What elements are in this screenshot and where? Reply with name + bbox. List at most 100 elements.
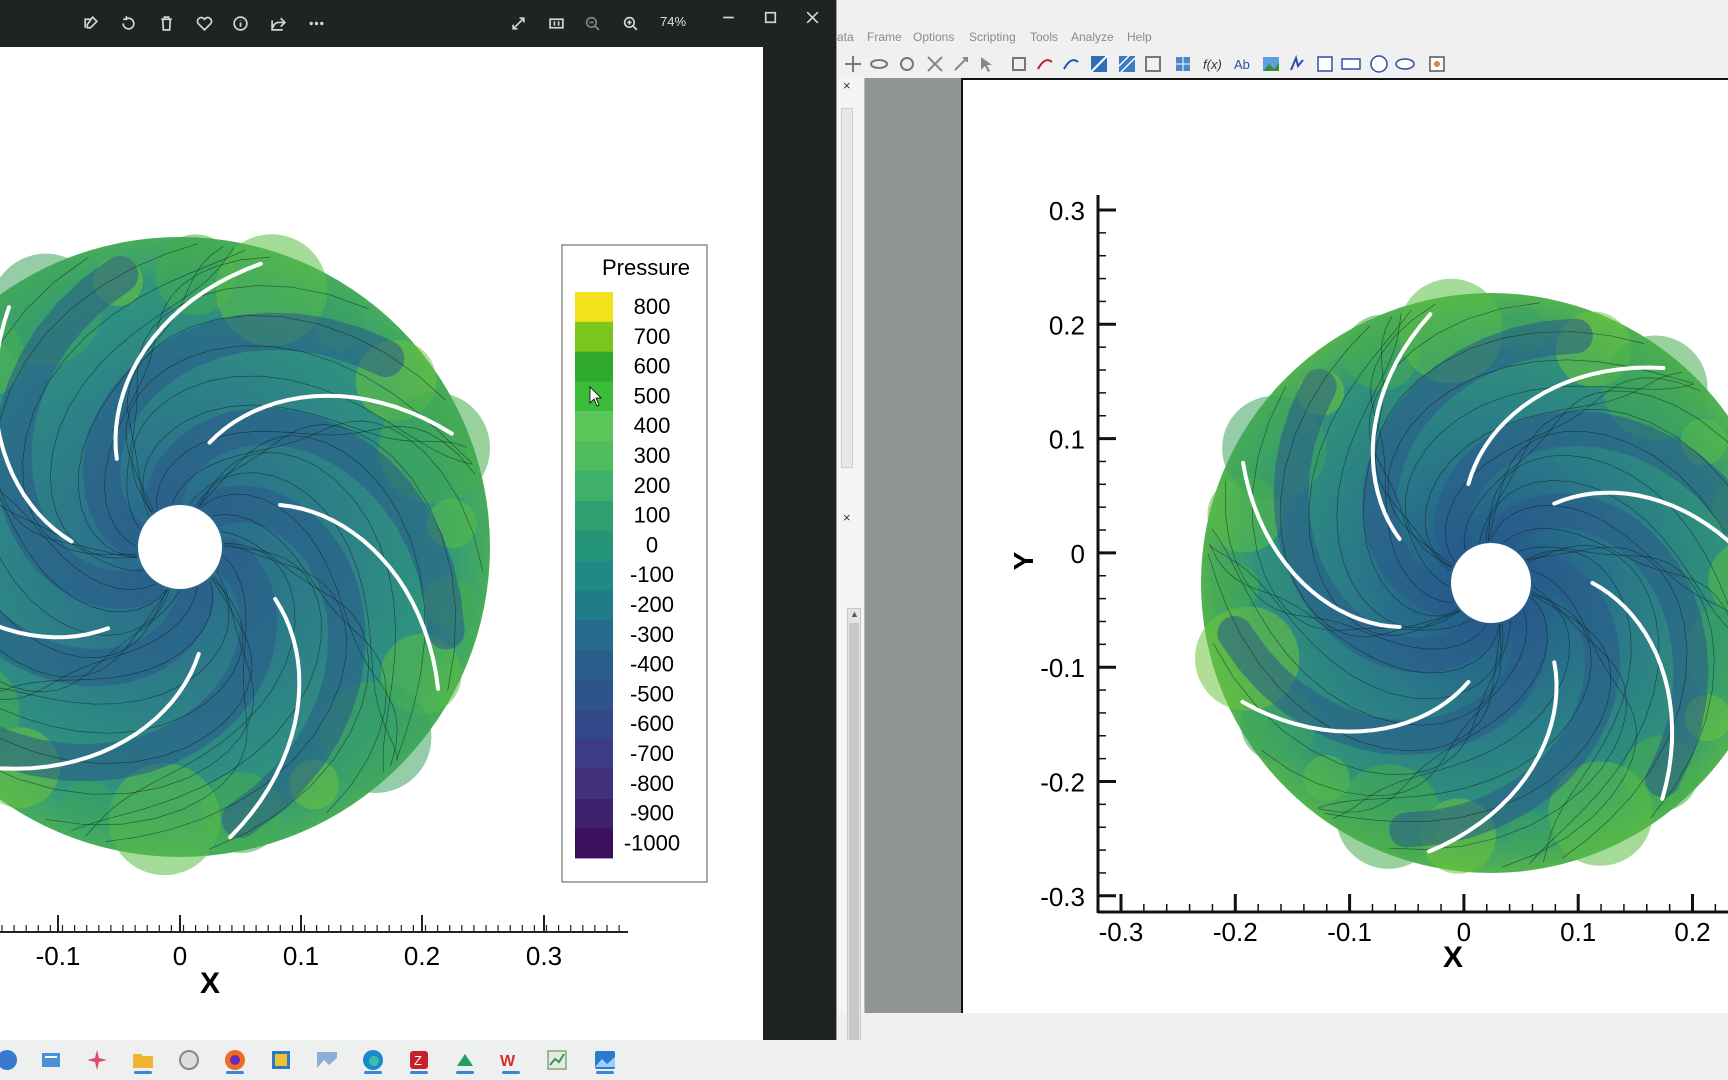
- streamtrace-2-icon[interactable]: [1059, 53, 1083, 75]
- legend-level-label: -900: [630, 801, 674, 826]
- menu-ata[interactable]: ata: [837, 30, 854, 44]
- menu-help[interactable]: Help: [1127, 30, 1152, 44]
- legend-swatch: [575, 292, 613, 322]
- panel-close-icon[interactable]: ×: [843, 78, 851, 93]
- info-icon[interactable]: [226, 10, 254, 36]
- geometry-icon[interactable]: [1425, 53, 1449, 75]
- browser-settings-icon[interactable]: [174, 1046, 204, 1074]
- wps-icon[interactable]: W: [496, 1046, 526, 1074]
- menu-options[interactable]: Options: [913, 30, 954, 44]
- zoom-tool-icon[interactable]: [923, 53, 947, 75]
- legend-level-label: 100: [634, 503, 671, 528]
- legend-swatch: [575, 768, 613, 799]
- file-viewer-icon[interactable]: [36, 1046, 66, 1074]
- spreadsheet-chart-icon[interactable]: [542, 1046, 572, 1074]
- translate-icon[interactable]: [841, 53, 865, 75]
- favorite-icon[interactable]: [190, 10, 218, 36]
- menu-tools[interactable]: Tools: [1030, 30, 1058, 44]
- y-tick-label: 0.1: [1049, 425, 1085, 455]
- scroll-up-icon[interactable]: ▲: [850, 609, 859, 619]
- close-icon[interactable]: [798, 4, 826, 30]
- legend-level-label: -400: [630, 652, 674, 677]
- menu-analyze[interactable]: Analyze: [1071, 30, 1114, 44]
- streamtrace-icon[interactable]: [1033, 53, 1057, 75]
- minimize-icon[interactable]: [714, 4, 742, 30]
- legend-swatch: [575, 619, 613, 650]
- panel-close-icon-2[interactable]: ×: [843, 510, 851, 525]
- x-tick-label: -0.1: [1327, 917, 1372, 947]
- select-icon[interactable]: [1007, 53, 1031, 75]
- firefox-icon[interactable]: [220, 1046, 250, 1074]
- zotero-icon[interactable]: Z: [404, 1046, 434, 1074]
- maximize-icon[interactable]: [756, 4, 784, 30]
- rotate-3d-icon[interactable]: [867, 53, 891, 75]
- y-tick-label: -0.2: [1040, 768, 1085, 798]
- circle-icon[interactable]: [1367, 53, 1391, 75]
- zoom-in-icon[interactable]: [616, 10, 644, 36]
- iso-icon[interactable]: [1141, 53, 1165, 75]
- x-tick-label: -0.1: [36, 941, 81, 971]
- svg-text:W: W: [500, 1053, 516, 1070]
- rotate-icon[interactable]: [114, 10, 142, 36]
- probe-icon[interactable]: [949, 53, 973, 75]
- svg-text:Ab: Ab: [1234, 57, 1250, 72]
- impeller-disk: [0, 234, 491, 876]
- x-tick-label: 0.3: [526, 941, 562, 971]
- menu-frame[interactable]: Frame: [867, 30, 902, 44]
- snippet-icon[interactable]: [450, 1046, 480, 1074]
- square-icon[interactable]: [1313, 53, 1337, 75]
- delete-icon[interactable]: [152, 10, 180, 36]
- sidebar-panel: × × ▲ ▼: [837, 78, 865, 1078]
- viewer-x-axis: X -0.1 0 0.1 0.2 0.3: [0, 915, 628, 1000]
- legend-level-label: 500: [634, 383, 671, 408]
- actual-size-icon[interactable]: [542, 10, 570, 36]
- contour-icon[interactable]: [1087, 53, 1111, 75]
- ellipse-icon[interactable]: [1393, 53, 1417, 75]
- tecplot-window: ata Frame Options Scripting Tools Analyze Help…: [836, 0, 1728, 1078]
- text-tool-icon[interactable]: Ab: [1231, 53, 1255, 75]
- slice-icon[interactable]: [1115, 53, 1139, 75]
- tecplot-toolbar: f(x) Ab: [837, 50, 1728, 78]
- legend-swatch: [575, 709, 613, 740]
- panel-scrollbar-2[interactable]: ▲ ▼: [847, 608, 861, 1078]
- data-icon[interactable]: [1171, 53, 1195, 75]
- menu-scripting[interactable]: Scripting: [969, 30, 1016, 44]
- files-folder-icon[interactable]: [128, 1046, 158, 1074]
- photo-viewer-window: 74% Pressure 800 700 600 500 400 300 200…: [0, 0, 836, 1040]
- polyline-icon[interactable]: [1285, 53, 1309, 75]
- panel-scrollbar[interactable]: [841, 108, 853, 468]
- pointer-icon[interactable]: [975, 53, 999, 75]
- pressure-contour-image: Pressure 800 700 600 500 400 300 200 100 0 -100 -2…: [0, 234, 708, 1000]
- scroll-thumb[interactable]: [849, 623, 859, 1053]
- legend-swatch: [575, 649, 613, 680]
- legend-swatch: [575, 470, 613, 501]
- legend-level-label: -100: [630, 562, 674, 587]
- more-icon[interactable]: [302, 10, 330, 36]
- zoom-out-icon[interactable]: [578, 10, 606, 36]
- image-tool-icon[interactable]: [1259, 53, 1283, 75]
- legend-level-label: -600: [630, 711, 674, 736]
- pinwheel-icon[interactable]: [82, 1046, 112, 1074]
- zoom-level[interactable]: 74%: [660, 14, 686, 29]
- tecplot-menu-bar: ata Frame Options Scripting Tools Analyze Help: [837, 24, 1728, 52]
- svg-text:Z: Z: [414, 1053, 422, 1068]
- spin-icon[interactable]: [895, 53, 919, 75]
- legend-swatch: [575, 828, 613, 859]
- edge-icon[interactable]: [358, 1046, 388, 1074]
- pressure-legend: Pressure 800 700 600 500 400 300 200 100 0 -100 -2…: [561, 244, 708, 883]
- taskbar: ZW: [0, 1040, 1728, 1080]
- plot-frame[interactable]: Y X 0.3 0.2 0.1 0 -0.1 -0.2 -0.3 -0.3 -0.2 -0.1 0 0…: [961, 78, 1728, 1013]
- rectangle-icon[interactable]: [1339, 53, 1363, 75]
- legend-level-label: 200: [634, 473, 671, 498]
- y-tick-label: 0: [1071, 539, 1085, 569]
- image-viewer-icon[interactable]: [312, 1046, 342, 1074]
- impeller-disk: [1194, 278, 1728, 874]
- legend-level-label: -800: [630, 771, 674, 796]
- edit-icon[interactable]: [76, 10, 104, 36]
- fullscreen-icon[interactable]: [504, 10, 532, 36]
- start-icon[interactable]: [0, 1046, 22, 1074]
- photos-icon[interactable]: [590, 1046, 620, 1074]
- share-icon[interactable]: [264, 10, 292, 36]
- fx-icon[interactable]: f(x): [1199, 53, 1223, 75]
- notebook-icon[interactable]: [266, 1046, 296, 1074]
